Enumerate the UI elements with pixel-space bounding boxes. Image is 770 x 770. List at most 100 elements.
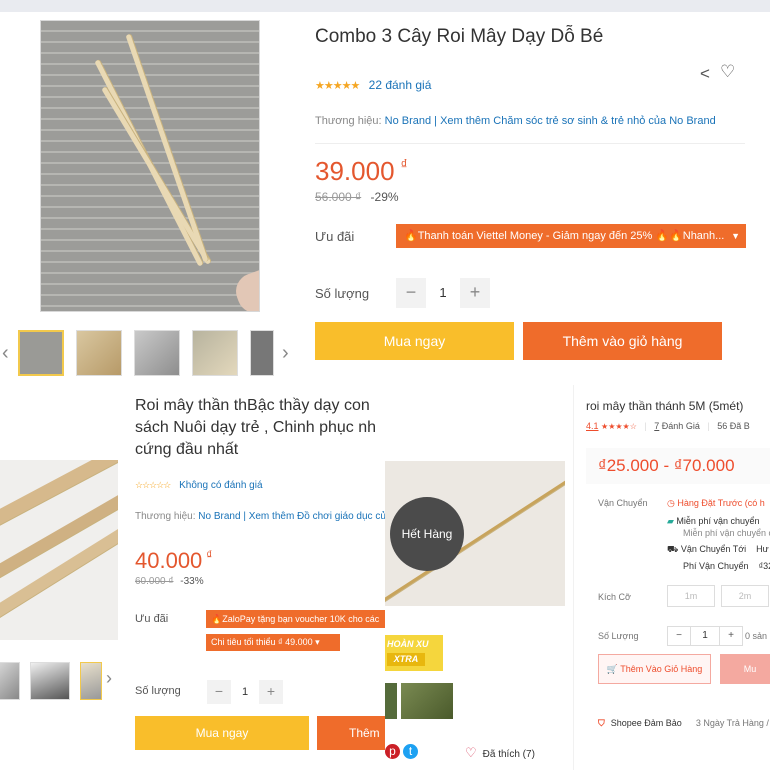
quantity-label: Số lượng [135, 685, 181, 697]
xtra-line1: HOÀN XU [387, 639, 429, 649]
product-panel-combo: ‹ › Combo 3 Cây Roi Mây Dạy Dỗ Bé ★★★★★ … [0, 0, 770, 395]
xtra-badge: HOÀN XU XTRA [385, 635, 443, 671]
brand-row: Thương hiệu: No Brand | Xem thêm Đồ chơi… [135, 511, 385, 522]
truck-icon: ⛟ [667, 544, 681, 554]
thumbnail[interactable] [134, 330, 180, 376]
thumb-prev-arrow[interactable]: ‹ [2, 342, 9, 365]
buy-now-button[interactable]: Mua ngay [315, 322, 514, 360]
thumbnail[interactable] [385, 683, 397, 719]
thumbnail[interactable] [30, 662, 70, 700]
shield-icon: ⛉ [598, 718, 605, 728]
quantity-stepper: − 1 + [667, 626, 743, 646]
reviews-count[interactable]: 7 [654, 421, 659, 431]
thumbnail[interactable] [401, 683, 453, 719]
brand-label: Thương hiệu: [135, 511, 196, 522]
quantity-value[interactable]: 1 [426, 278, 460, 308]
product-title: Combo 3 Cây Roi Mây Dạy Dỗ Bé [315, 26, 604, 47]
thumbnail[interactable] [76, 330, 122, 376]
brand-link[interactable]: No Brand [385, 115, 431, 127]
product-panel-shopee: Hết Hàng HOÀN XU XTRA p t ♡ Đã thích (7) … [385, 385, 770, 770]
guarantee-row: ⛉ Shopee Đảm Bảo 3 Ngày Trả Hàng / H [598, 718, 770, 729]
return-policy: 3 Ngày Trả Hàng / H [695, 718, 770, 728]
star-rating: ★★★★★ [315, 80, 360, 92]
product-main-image[interactable] [40, 20, 260, 312]
add-to-cart-button[interactable]: 🛒 Thêm Vào Giỏ Hàng [598, 654, 711, 684]
quantity-minus-button[interactable]: − [668, 627, 690, 645]
discount-percent: -33% [180, 576, 204, 587]
size-label: Kích Cỡ [598, 592, 631, 602]
pinterest-icon[interactable]: p [385, 744, 400, 759]
add-to-cart-button[interactable]: Thêm [317, 716, 385, 750]
brand-link[interactable]: No Brand [198, 511, 240, 522]
thumbnail[interactable] [192, 330, 238, 376]
offer-label: Ưu đãi [135, 613, 169, 625]
brand-label: Thương hiệu: [315, 115, 382, 127]
quantity-stepper: − 1 + [396, 278, 490, 308]
ship-to-label: Vận Chuyển Tới [680, 544, 747, 554]
brand-more-link[interactable]: | Xem thêm Chăm sóc trẻ sơ sinh & trẻ nh… [434, 115, 716, 127]
quantity-value[interactable]: 1 [690, 627, 720, 645]
star-rating: ☆☆☆☆☆ [135, 480, 171, 490]
thumb-next-arrow[interactable]: › [106, 668, 112, 689]
thumbnail[interactable] [80, 662, 102, 700]
offer-text: 🔥Thanh toán Viettel Money - Giảm ngay đế… [404, 230, 725, 242]
quantity-minus-button[interactable]: − [396, 278, 426, 308]
free-ship-icon: ▰ [667, 516, 677, 526]
add-to-cart-button[interactable]: Thêm vào giỏ hàng [523, 322, 722, 360]
rating-count[interactable]: Không có đánh giá [179, 480, 262, 491]
sold-out-badge: Hết Hàng [390, 497, 464, 571]
quantity-plus-button[interactable]: + [460, 278, 490, 308]
size-option-1m[interactable]: 1m [667, 585, 715, 607]
share-icon[interactable]: < [700, 64, 710, 84]
rating-row[interactable]: ★★★★★ 22 đánh giá [315, 78, 431, 92]
star-rating: ★★★★☆ [601, 422, 637, 431]
thumbnail[interactable] [18, 330, 64, 376]
guarantee-label: Shopee Đảm Bảo [610, 718, 682, 728]
sold-label: Đã B [729, 421, 750, 431]
currency-symbol: ₫ [400, 156, 408, 172]
reviews-label: Đánh Giá [661, 421, 700, 431]
quantity-plus-button[interactable]: + [259, 680, 283, 704]
rating-value[interactable]: 4.1 [586, 421, 599, 431]
offer-voucher[interactable]: 🔥ZaloPay tặng bạn voucher 10K cho các [206, 610, 385, 628]
product-title: Roi mây thần thBậc thầy dạy con sách Nuô… [135, 397, 377, 458]
thumb-next-arrow[interactable]: › [282, 342, 289, 365]
rating-stats: 4.1 ★★★★☆ | 7 Đánh Giá | 56 Đã B [586, 421, 750, 431]
price-range: ₫25.000 - ₫70.000 [586, 448, 770, 484]
buy-now-button[interactable]: Mu [720, 654, 770, 684]
buy-now-button[interactable]: Mua ngay [135, 716, 309, 750]
old-price: 60.000 ₫ [135, 576, 174, 587]
quantity-stepper: − 1 + [207, 680, 283, 704]
twitter-icon[interactable]: t [403, 744, 418, 759]
free-shipping-sub: Miễn phí vận chuyển c [683, 528, 770, 538]
quantity-label: Số lượng [315, 286, 370, 301]
preorder-note: ◷ Hàng Đặt Trước (có h [667, 498, 765, 509]
chevron-down-icon: ▼ [731, 231, 740, 241]
ship-fee-label: Phí Vận Chuyển [683, 561, 749, 571]
quantity-value[interactable]: 1 [231, 680, 259, 704]
quantity-label: Số Lượng [598, 631, 639, 641]
product-main-image[interactable] [0, 460, 118, 640]
offer-dropdown[interactable]: 🔥Thanh toán Viettel Money - Giảm ngay đế… [396, 224, 746, 248]
price: 39.000 ₫ [315, 156, 408, 187]
free-ship-text: Miễn phí vận chuyển [676, 516, 760, 526]
currency-symbol: ₫ [206, 548, 213, 562]
shipping-label: Vận Chuyển [598, 498, 648, 508]
thumbnail[interactable] [0, 662, 20, 700]
offer-min-spend[interactable]: Chi tiêu tối thiểu ₫ 49.000 ▾ [206, 634, 340, 651]
rating-count[interactable]: 22 đánh giá [369, 78, 432, 92]
heart-icon[interactable]: ♡ [720, 62, 735, 82]
price-value: 40.000 [135, 548, 203, 573]
quantity-plus-button[interactable]: + [720, 627, 742, 645]
rating-row[interactable]: ☆☆☆☆☆ Không có đánh giá [135, 480, 263, 491]
like-button[interactable]: ♡ Đã thích (7) [465, 745, 535, 761]
ship-to-value[interactable]: Hư [756, 544, 769, 554]
price: 40.000 ₫ [135, 548, 212, 574]
quantity-minus-button[interactable]: − [207, 680, 231, 704]
size-option-2m[interactable]: 2m [721, 585, 769, 607]
thumbnail[interactable] [250, 330, 274, 376]
cart-icon: 🛒 [606, 664, 621, 674]
brand-more-link[interactable]: | Xem thêm Đồ chơi giáo dục của No [243, 511, 385, 522]
free-shipping: ▰ Miễn phí vận chuyển [667, 516, 759, 527]
ship-to-row: ⛟ Vận Chuyển Tới Hư [667, 544, 769, 556]
